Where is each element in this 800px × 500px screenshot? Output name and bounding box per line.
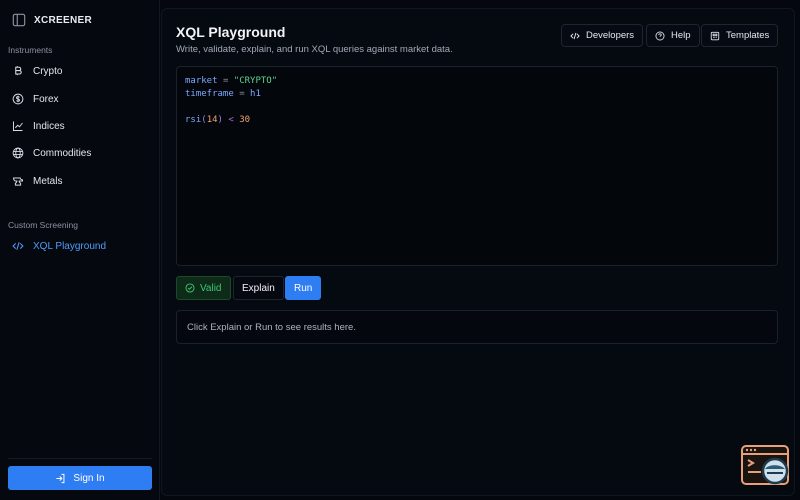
sidebar-item-label: XQL Playground [33,240,107,252]
sidebar-item-label: Forex [33,93,59,105]
code-token: rsi [185,115,202,125]
sidebar-item-commodities[interactable]: Commodities [6,142,154,164]
main-panel: XQL Playground Write, validate, explain,… [161,8,795,496]
query-editor[interactable]: market = "CRYPTO" timeframe = h1 rsi(14)… [176,66,778,266]
valid-label: Valid [200,282,222,294]
section-label-instruments: Instruments [8,45,53,55]
code-token: ) [217,115,223,125]
sidebar-divider [8,458,152,459]
sidebar-item-label: Indices [33,120,65,132]
sign-in-button[interactable]: Sign In [8,466,152,490]
code-token: 30 [239,115,251,125]
code-token: market [185,76,218,86]
page-subtitle: Write, validate, explain, and run XQL qu… [176,44,453,55]
run-button[interactable]: Run [285,276,322,300]
dollar-icon [12,93,24,105]
code-icon [12,242,24,250]
sidebar-item-label: Commodities [33,147,92,159]
sidebar-item-metals[interactable]: Metals [6,170,154,192]
code-line-2: timeframe = h1 [185,88,769,101]
code-line-4: rsi(14) < 30 [185,114,769,127]
sidebar-item-label: Crypto [33,65,63,77]
code-token: h1 [250,89,261,99]
developers-label: Developers [586,30,635,41]
help-button[interactable]: Help [646,24,700,47]
globe-icon [12,147,24,159]
page-title: XQL Playground [176,24,286,40]
explain-button[interactable]: Explain [233,276,284,300]
sidebar-item-forex[interactable]: Forex [6,88,154,110]
section-label-custom: Custom Screening [8,220,78,230]
assistant-widget-icon[interactable] [741,444,791,488]
sidebar-item-label: Metals [33,175,63,187]
brand[interactable]: XCREENER [12,13,92,27]
code-line-1: market = "CRYPTO" [185,75,769,88]
help-icon [655,31,665,40]
templates-label: Templates [726,30,770,41]
explain-label: Explain [242,282,275,294]
sidebar: XCREENER Instruments Crypto Forex Indice… [0,0,160,500]
templates-button[interactable]: Templates [701,24,779,47]
valid-button[interactable]: Valid [176,276,231,300]
template-icon [710,31,720,40]
sidebar-toggle-icon[interactable] [12,13,26,27]
code-token: = [239,89,245,99]
check-circle-icon [185,283,195,293]
help-label: Help [671,30,691,41]
code-token: "CRYPTO" [233,76,278,86]
code-token: 14 [206,115,218,125]
code-token: = [222,76,229,86]
results-placeholder: Click Explain or Run to see results here… [187,321,356,333]
run-label: Run [294,282,313,294]
results-panel: Click Explain or Run to see results here… [176,310,778,344]
code-token: < [228,115,234,125]
sidebar-item-indices[interactable]: Indices [6,115,154,137]
developers-button[interactable]: Developers [561,24,644,47]
code-icon [570,32,580,39]
chart-line-icon [13,121,23,131]
anvil-icon [13,177,23,186]
bitcoin-icon [15,66,22,76]
sidebar-item-crypto[interactable]: Crypto [6,60,154,82]
login-icon [56,473,65,483]
sign-in-label: Sign In [73,472,105,484]
code-token: timeframe [185,89,234,99]
sidebar-item-xql-playground[interactable]: XQL Playground [6,235,154,257]
brand-name: XCREENER [34,14,92,26]
